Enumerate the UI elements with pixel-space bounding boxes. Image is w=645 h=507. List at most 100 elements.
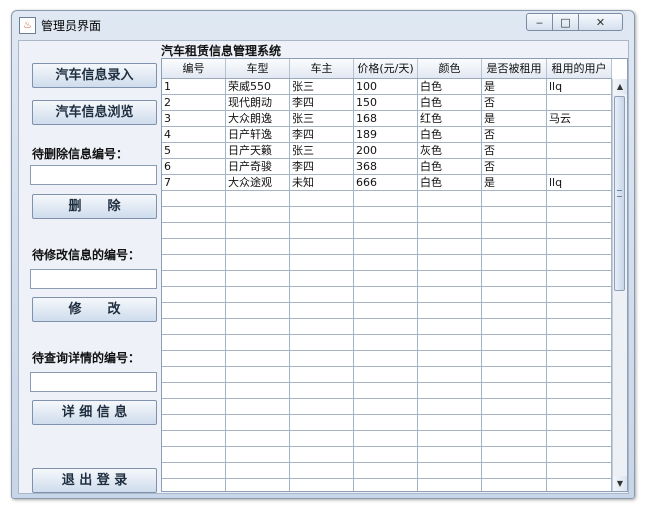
column-header[interactable]: 颜色: [418, 59, 482, 78]
table-cell[interactable]: 2: [162, 95, 226, 111]
table-cell[interactable]: [354, 479, 418, 491]
table-cell[interactable]: [418, 239, 482, 255]
table-cell[interactable]: [226, 447, 290, 463]
table-cell[interactable]: [418, 463, 482, 479]
column-header[interactable]: 价格(元/天): [354, 59, 418, 78]
table-cell[interactable]: 灰色: [418, 143, 482, 159]
table-cell[interactable]: 张三: [290, 79, 354, 95]
table-cell[interactable]: [290, 255, 354, 271]
table-cell[interactable]: 368: [354, 159, 418, 175]
table-cell[interactable]: [226, 431, 290, 447]
table-cell[interactable]: [482, 479, 547, 491]
table-cell[interactable]: [418, 399, 482, 415]
detail-info-button[interactable]: 详 细 信 息: [32, 400, 157, 425]
table-row[interactable]: 6 日产奇骏 李四 368 白色否: [162, 159, 612, 175]
table-cell[interactable]: llq: [547, 79, 612, 95]
car-info-entry-button[interactable]: 汽车信息录入: [32, 63, 157, 88]
table-cell[interactable]: [354, 191, 418, 207]
table-cell[interactable]: [418, 335, 482, 351]
table-cell[interactable]: [226, 303, 290, 319]
table-cell[interactable]: [482, 351, 547, 367]
table-cell[interactable]: 现代朗动: [226, 95, 290, 111]
table-cell[interactable]: [162, 383, 226, 399]
table-cell[interactable]: [162, 479, 226, 491]
table-cell[interactable]: [162, 463, 226, 479]
table-cell[interactable]: 150: [354, 95, 418, 111]
table-cell[interactable]: 否: [482, 127, 547, 143]
table-cell[interactable]: 大众途观: [226, 175, 290, 191]
table-cell[interactable]: 马云: [547, 111, 612, 127]
maximize-button[interactable]: □: [552, 13, 579, 31]
table-cell[interactable]: [482, 319, 547, 335]
table-cell[interactable]: [482, 415, 547, 431]
table-row[interactable]: 4 日产轩逸 李四 189 白色否: [162, 127, 612, 143]
table-cell[interactable]: 白色: [418, 175, 482, 191]
table-cell[interactable]: [482, 207, 547, 223]
table-cell[interactable]: 否: [482, 143, 547, 159]
table-cell[interactable]: [290, 383, 354, 399]
table-cell[interactable]: [354, 367, 418, 383]
table-cell[interactable]: [226, 399, 290, 415]
table-cell[interactable]: [354, 447, 418, 463]
empty-table-row[interactable]: [162, 415, 612, 431]
column-header[interactable]: 编号: [162, 59, 226, 78]
table-cell[interactable]: [418, 415, 482, 431]
table-cell[interactable]: [482, 287, 547, 303]
empty-table-row[interactable]: [162, 479, 612, 491]
table-cell[interactable]: llq: [547, 175, 612, 191]
table-cell[interactable]: [547, 463, 612, 479]
scroll-up-icon[interactable]: ▲: [613, 79, 627, 94]
table-cell[interactable]: [226, 271, 290, 287]
empty-table-row[interactable]: [162, 255, 612, 271]
table-cell[interactable]: [226, 319, 290, 335]
table-cell[interactable]: [162, 287, 226, 303]
table-cell[interactable]: [547, 127, 612, 143]
table-cell[interactable]: [162, 319, 226, 335]
table-cell[interactable]: [354, 351, 418, 367]
empty-table-row[interactable]: [162, 351, 612, 367]
table-cell[interactable]: 李四: [290, 95, 354, 111]
table-cell[interactable]: [418, 383, 482, 399]
column-header[interactable]: 租用的用户: [547, 59, 612, 78]
table-cell[interactable]: 张三: [290, 143, 354, 159]
table-cell[interactable]: [547, 303, 612, 319]
table-cell[interactable]: [482, 399, 547, 415]
table-cell[interactable]: [162, 335, 226, 351]
table-cell[interactable]: [418, 207, 482, 223]
table-cell[interactable]: [226, 207, 290, 223]
table-cell[interactable]: [547, 95, 612, 111]
table-cell[interactable]: [226, 367, 290, 383]
table-cell[interactable]: [547, 479, 612, 491]
table-cell[interactable]: [290, 463, 354, 479]
table-row[interactable]: 1 荣威550 张三 100 白色是 llq: [162, 79, 612, 95]
table-cell[interactable]: [162, 303, 226, 319]
table-cell[interactable]: [162, 207, 226, 223]
table-cell[interactable]: [290, 367, 354, 383]
table-cell[interactable]: 否: [482, 159, 547, 175]
vertical-scrollbar[interactable]: ▲ ▼: [612, 79, 627, 491]
table-cell[interactable]: [162, 367, 226, 383]
table-cell[interactable]: [354, 239, 418, 255]
table-cell[interactable]: [290, 319, 354, 335]
table-cell[interactable]: [226, 351, 290, 367]
table-cell[interactable]: [482, 431, 547, 447]
table-cell[interactable]: [418, 271, 482, 287]
table-cell[interactable]: [547, 287, 612, 303]
table-cell[interactable]: [162, 223, 226, 239]
table-cell[interactable]: [354, 287, 418, 303]
table-cell[interactable]: [482, 223, 547, 239]
delete-id-input[interactable]: [30, 165, 157, 185]
table-cell[interactable]: 200: [354, 143, 418, 159]
table-cell[interactable]: [162, 351, 226, 367]
table-cell[interactable]: [290, 335, 354, 351]
table-cell[interactable]: [418, 287, 482, 303]
table-cell[interactable]: [482, 463, 547, 479]
table-cell[interactable]: 日产轩逸: [226, 127, 290, 143]
table-cell[interactable]: [226, 383, 290, 399]
table-cell[interactable]: 日产天籁: [226, 143, 290, 159]
table-cell[interactable]: 1: [162, 79, 226, 95]
table-cell[interactable]: [418, 367, 482, 383]
table-cell[interactable]: 白色: [418, 159, 482, 175]
table-cell[interactable]: 荣威550: [226, 79, 290, 95]
table-cell[interactable]: [290, 447, 354, 463]
